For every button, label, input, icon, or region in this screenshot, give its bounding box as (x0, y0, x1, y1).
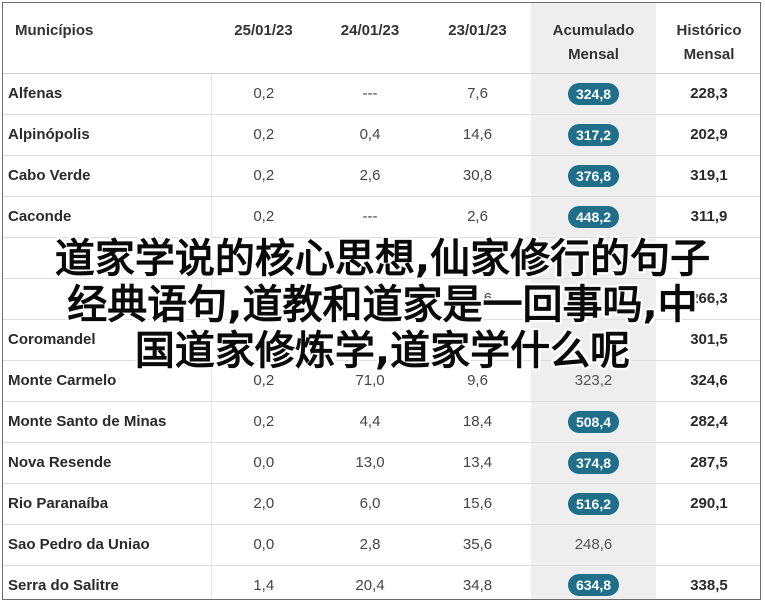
overlay-line-2: 经典语句,道教和道家是一回事吗,中 (67, 282, 698, 328)
municipio-name[interactable]: Nova Resende (3, 442, 211, 484)
municipio-name[interactable]: Alfenas (3, 73, 211, 115)
value-date-2: 2,8 (316, 524, 424, 566)
acumulado-badge: 448,2 (567, 205, 620, 228)
value-historico: 338,5 (690, 576, 728, 594)
value-date-3: 14,6 (424, 114, 531, 156)
acumulado-badge: 508,4 (567, 410, 620, 433)
header-municipios[interactable]: Municípios (3, 3, 211, 74)
table-row: Alpinópolis 0,2 0,4 14,6 317,2 202,9 (3, 114, 760, 156)
header-historico-line2: Mensal (683, 46, 735, 63)
value-acumulado: 516,2 (531, 483, 656, 525)
value-acumulado: 374,8 (531, 442, 656, 484)
value-acumulado: 634,8 (531, 565, 656, 599)
value-date-1: 0,0 (210, 442, 316, 484)
value-date-3: 13,4 (424, 442, 531, 484)
value-acumulado: 448,2 (531, 196, 656, 238)
table-row: Nova Resende 0,0 13,0 13,4 374,8 287,5 (3, 442, 760, 484)
value-date-1: 0,2 (210, 196, 316, 238)
municipio-name[interactable]: Rio Paranaíba (3, 483, 211, 525)
value-historico: 287,5 (656, 442, 760, 484)
value-historico: 290,1 (656, 483, 760, 525)
value-date-2: --- (316, 73, 424, 115)
table-row: Monte Santo de Minas 0,2 4,4 18,4 508,4 282,4 (3, 401, 760, 443)
value-date-2: 6,0 (316, 483, 424, 525)
value-date-1: 0,2 (210, 73, 316, 115)
acumulado-badge: 324,8 (567, 82, 620, 105)
value-historico: 311,9 (656, 196, 760, 238)
header-acumulado-mensal[interactable]: Acumulado Mensal (531, 3, 656, 74)
value-date-3: 15,6 (424, 483, 531, 525)
municipio-name[interactable]: Alpinópolis (3, 114, 211, 156)
value-date-1: 2,0 (210, 483, 316, 525)
value-date-3: 35,6 (424, 524, 531, 566)
header-acumulado-line2: Mensal (568, 46, 619, 63)
acumulado-value: 323,2 (574, 372, 613, 389)
value-date-2: 20,4 (355, 576, 385, 594)
header-date-2[interactable]: 24/01/23 (316, 3, 424, 74)
table-row: Rio Paranaíba 2,0 6,0 15,6 516,2 290,1 (3, 483, 760, 525)
value-acumulado: 376,8 (531, 155, 656, 197)
acumulado-badge: 317,2 (567, 123, 620, 146)
table-header-row: Municípios 25/01/23 24/01/23 23/01/23 Ac… (3, 3, 760, 74)
header-historico-line1: Histórico (676, 22, 742, 39)
municipio-name[interactable]: Serra do Salitre (3, 565, 211, 599)
municipio-name[interactable]: Sao Pedro da Uniao (3, 524, 211, 566)
value-date-2: --- (316, 196, 424, 238)
value-acumulado: 508,4 (531, 401, 656, 443)
overlay-line-3: 国道家修炼学,道家学什么呢 (134, 328, 631, 374)
value-acumulado: 317,2 (531, 114, 656, 156)
header-acumulado-line1: Acumulado (552, 22, 635, 39)
value-acumulado: 248,6 (531, 524, 656, 566)
value-date-3: 34,8 (462, 576, 493, 594)
header-date-3[interactable]: 23/01/23 (424, 3, 531, 74)
acumulado-badge: 516,2 (567, 492, 620, 515)
value-historico: 202,9 (656, 114, 760, 156)
value-date-3: 30,8 (424, 155, 531, 197)
header-date-1[interactable]: 25/01/23 (211, 3, 316, 74)
value-date-2: 13,0 (316, 442, 424, 484)
table-row: Cabo Verde 0,2 2,6 30,8 376,8 319,1 (3, 155, 760, 197)
value-date-1: 0,2 (210, 114, 316, 156)
acumulado-badge: 374,8 (567, 451, 620, 474)
value-historico: 319,1 (656, 155, 760, 197)
value-date-3: 2,6 (424, 196, 531, 238)
value-date-3: 18,4 (424, 401, 531, 443)
table-row: Sao Pedro da Uniao 0,0 2,8 35,6 248,6 (3, 524, 760, 566)
municipio-name[interactable]: Monte Santo de Minas (3, 401, 211, 443)
value-historico: 228,3 (656, 73, 760, 115)
value-date-3: 7,6 (424, 73, 531, 115)
table-row: Alfenas 0,2 --- 7,6 324,8 228,3 (3, 73, 760, 115)
municipio-name[interactable]: Cabo Verde (3, 155, 211, 197)
value-date-2: 4,4 (316, 401, 424, 443)
value-date-1: 0,2 (210, 401, 316, 443)
value-date-1: 0,0 (210, 524, 316, 566)
value-historico (656, 524, 760, 566)
acumulado-badge: 376,8 (567, 164, 620, 187)
value-date-1: 1,4 (210, 565, 316, 599)
header-historico-mensal[interactable]: Histórico Mensal (656, 3, 760, 74)
overlay-line-1: 道家学说的核心思想,仙家修行的句子 (54, 236, 711, 282)
acumulado-badge: 634,8 (567, 574, 620, 597)
overlay-watermark-text: 道家学说的核心思想,仙家修行的句子 经典语句,道教和道家是一回事吗,中 国道家修… (0, 236, 765, 374)
value-date-2: 2,6 (316, 155, 424, 197)
value-acumulado: 324,8 (531, 73, 656, 115)
value-date-1: 0,2 (210, 155, 316, 197)
municipio-name[interactable]: Caconde (3, 196, 211, 238)
value-historico: 282,4 (656, 401, 760, 443)
table-row: Serra do Salitre 1,4 20,4 34,8 634,8 338,5 (3, 565, 760, 599)
acumulado-value: 248,6 (574, 536, 613, 553)
value-date-2: 0,4 (316, 114, 424, 156)
table-row: Caconde 0,2 --- 2,6 448,2 311,9 (3, 196, 760, 238)
